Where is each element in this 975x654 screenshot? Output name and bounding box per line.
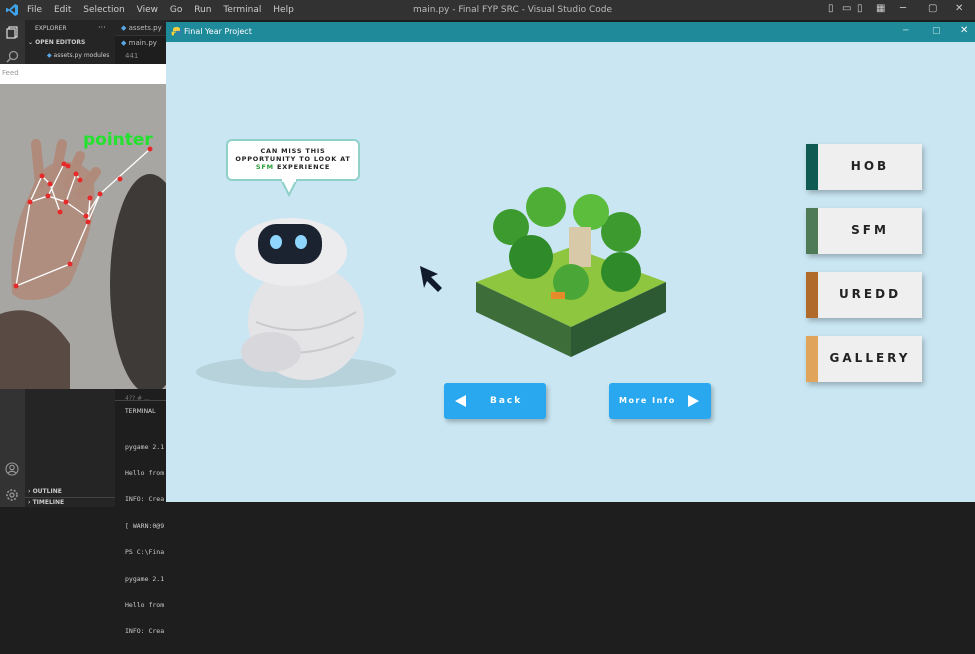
explorer-icon[interactable] [6, 26, 19, 39]
terminal-line: Hello from [125, 468, 165, 477]
terminal-panel: TERMINAL pygame 2.1 Hello from INFO: Cre… [115, 400, 170, 635]
pointer-label: pointer [83, 130, 153, 150]
minimize-icon[interactable]: ─ [903, 26, 908, 36]
sidebar-toggle-icon[interactable]: ▯ [857, 3, 863, 14]
panel-toggle-icon[interactable]: ▭ [842, 3, 851, 14]
more-info-button[interactable]: More Info [609, 383, 711, 419]
menu-help[interactable]: Help [273, 5, 294, 15]
terminal-line: pygame 2.1 [125, 574, 165, 583]
category-label: UREDD [838, 287, 902, 301]
menu-terminal[interactable]: Terminal [223, 5, 261, 15]
divider [25, 497, 115, 498]
terminal-line: INFO: Crea [125, 495, 165, 504]
python-file-icon: ◆ [121, 24, 127, 32]
open-editor-item[interactable]: ◆ assets.py modules [47, 52, 109, 59]
menu-bar: File Edit Selection View Go Run Terminal… [27, 5, 303, 15]
terminal-line: [ WARN:0@9 [125, 521, 165, 530]
tab-label: main.py [128, 39, 157, 47]
cursor-arrow-icon [420, 266, 442, 292]
terminal-output: pygame 2.1 Hello from INFO: Crea [ WARN:… [125, 425, 164, 654]
feed-window-title: Feed [0, 64, 166, 84]
vscode-logo-icon [6, 4, 18, 16]
speech-line: SFM EXPERIENCE [234, 163, 352, 171]
open-editor-file-label: assets.py modules [53, 52, 110, 59]
terminal-tab[interactable]: TERMINAL [125, 408, 156, 415]
speech-line-rest: EXPERIENCE [276, 163, 331, 171]
robot-mascot [196, 218, 396, 388]
menu-view[interactable]: View [137, 5, 158, 15]
timeline-label: TIMELINE [32, 499, 65, 506]
python-file-icon: ◆ [47, 52, 52, 59]
terminal-line: Hello from [125, 600, 165, 609]
terminal-line: INFO: Crea [125, 627, 165, 636]
python-file-icon: ◆ [121, 39, 127, 47]
editor-tab-bar: ◆ assets.py [115, 20, 170, 35]
back-button[interactable]: Back [444, 383, 546, 419]
chevron-down-icon: ⌄ [28, 39, 34, 46]
line-number: 441 [125, 52, 139, 60]
arrow-left-icon [455, 395, 466, 407]
arrow-right-icon [688, 395, 699, 407]
category-label: HOB [850, 159, 890, 173]
menu-run[interactable]: Run [194, 5, 211, 15]
game-canvas: CAN MISS THIS OPPORTUNITY TO LOOK AT SFM… [166, 42, 975, 502]
vscode-titlebar: File Edit Selection View Go Run Terminal… [0, 0, 975, 20]
category-color-bar [806, 144, 818, 190]
more-info-button-label: More Info [619, 396, 676, 405]
close-icon[interactable]: ✕ [960, 25, 968, 36]
timeline-section[interactable]: › TIMELINE [28, 499, 64, 506]
category-label: GALLERY [829, 351, 911, 365]
tab-assets-py[interactable]: ◆ assets.py [121, 24, 162, 32]
tab-label: assets.py [128, 24, 162, 32]
back-button-label: Back [490, 396, 523, 406]
category-color-bar [806, 208, 818, 254]
category-label: SFM [851, 223, 889, 237]
account-icon[interactable] [5, 462, 19, 476]
speech-bubble-tail [280, 179, 298, 198]
speech-line: CAN MISS THIS [260, 147, 326, 155]
search-icon[interactable] [6, 50, 19, 63]
maximize-icon[interactable]: ▢ [928, 3, 937, 14]
game-window: Final Year Project ─ ▢ ✕ CAN MISS THIS O… [166, 22, 975, 502]
chevron-right-icon: › [28, 488, 31, 495]
menu-file[interactable]: File [27, 5, 42, 15]
terminal-line: pygame 2.1 [125, 442, 165, 451]
speech-bubble: CAN MISS THIS OPPORTUNITY TO LOOK AT SFM… [226, 139, 360, 181]
speech-highlight: SFM [255, 163, 274, 171]
speech-line: OPPORTUNITY TO LOOK AT [235, 155, 351, 163]
explorer-heading: EXPLORER [35, 25, 67, 32]
settings-gear-icon[interactable] [5, 488, 19, 502]
maximize-icon[interactable]: ▢ [932, 26, 941, 36]
minimize-icon[interactable]: ─ [900, 3, 906, 14]
open-editors-section[interactable]: ⌄ OPEN EDITORS [28, 39, 85, 46]
terminal-line: PS C:\Fina [125, 548, 165, 557]
layout-toggle-icon[interactable]: ▯ [828, 3, 834, 14]
forest-island-illustration [476, 187, 666, 357]
game-titlebar: Final Year Project ─ ▢ ✕ [166, 22, 975, 42]
category-color-bar [806, 336, 818, 382]
category-button-gallery[interactable]: GALLERY [806, 336, 922, 382]
close-icon[interactable]: ✕ [955, 3, 963, 14]
customize-layout-icon[interactable]: ▦ [876, 3, 885, 14]
open-editors-label: OPEN EDITORS [35, 39, 86, 46]
more-actions-icon[interactable]: ··· [98, 23, 106, 32]
category-button-hob[interactable]: HOB [806, 144, 922, 190]
menu-go[interactable]: Go [170, 5, 182, 15]
outline-label: OUTLINE [32, 488, 62, 495]
camera-feed: pointer [0, 84, 166, 389]
tab-main-py[interactable]: ◆ main.py [115, 35, 170, 50]
category-color-bar [806, 272, 818, 318]
chevron-right-icon: › [28, 499, 31, 506]
menu-edit[interactable]: Edit [54, 5, 71, 15]
menu-selection[interactable]: Selection [83, 5, 124, 15]
category-button-sfm[interactable]: SFM [806, 208, 922, 254]
outline-section[interactable]: › OUTLINE [28, 488, 62, 495]
window-title: main.py - Final FYP SRC - Visual Studio … [413, 5, 612, 15]
python-logo-icon [171, 27, 182, 37]
game-window-title: Final Year Project [184, 27, 252, 36]
category-button-uredd[interactable]: UREDD [806, 272, 922, 318]
